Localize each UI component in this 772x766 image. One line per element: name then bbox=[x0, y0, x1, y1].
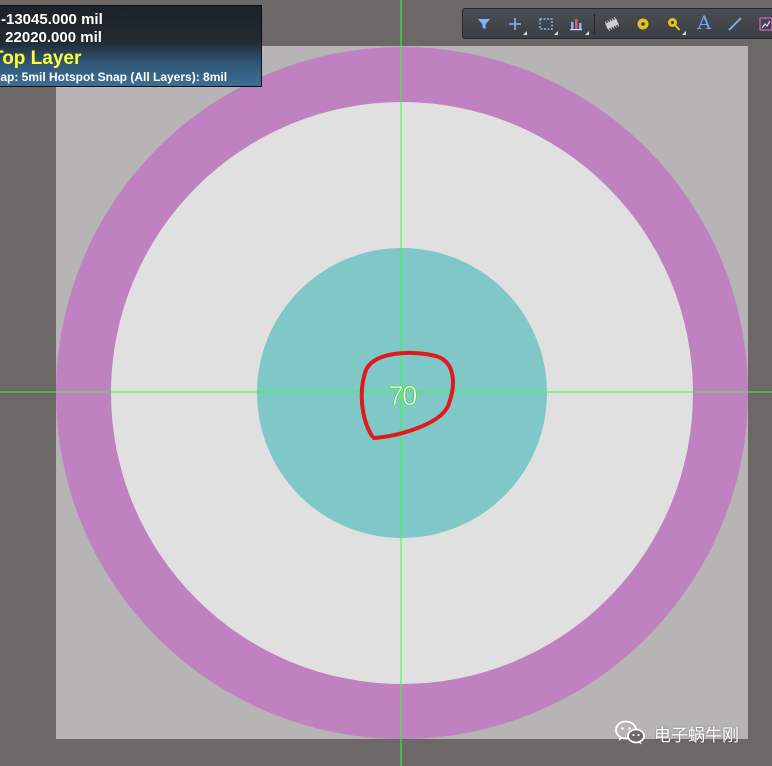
dashed-rectangle-icon bbox=[539, 17, 553, 30]
more-tool[interactable] bbox=[750, 10, 772, 38]
filter-tool[interactable] bbox=[469, 10, 500, 38]
dropdown-corner-icon bbox=[554, 30, 559, 35]
route-tool[interactable] bbox=[500, 10, 531, 38]
component-tool[interactable] bbox=[597, 10, 628, 38]
crosshair-plus-icon bbox=[509, 17, 522, 30]
dropdown-corner-icon bbox=[584, 30, 589, 35]
hud-snap-info: nap: 5mil Hotspot Snap (All Layers): 8mi… bbox=[0, 70, 228, 84]
wechat-icon bbox=[615, 720, 645, 745]
select-tool[interactable] bbox=[530, 10, 561, 38]
pad-icon bbox=[637, 18, 649, 29]
watermark: 电子蜗牛刚 bbox=[614, 718, 739, 748]
chip-icon bbox=[605, 16, 620, 31]
coordinate-hud: :-13045.000 mil : 22020.000 mil Top Laye… bbox=[0, 5, 262, 87]
hud-x-coordinate: :-13045.000 mil bbox=[0, 11, 103, 28]
via-tool[interactable] bbox=[658, 10, 689, 38]
line-tool[interactable] bbox=[720, 10, 751, 38]
active-bar-toolbar: A bbox=[462, 8, 772, 39]
pad-designator: 70 bbox=[388, 380, 418, 412]
text-tool[interactable]: A bbox=[689, 10, 720, 38]
hud-current-layer: Top Layer bbox=[0, 48, 82, 69]
line-icon bbox=[728, 16, 742, 31]
dropdown-corner-icon bbox=[681, 30, 686, 35]
pad-tool[interactable] bbox=[628, 10, 659, 38]
bar-chart-icon bbox=[570, 18, 583, 30]
watermark-text: 电子蜗牛刚 bbox=[654, 725, 739, 746]
via-icon bbox=[667, 17, 680, 31]
graph-icon bbox=[759, 16, 772, 31]
text-icon: A bbox=[697, 12, 712, 34]
align-tool[interactable] bbox=[561, 10, 592, 38]
toolbar-separator bbox=[593, 13, 595, 34]
hud-y-coordinate: : 22020.000 mil bbox=[0, 29, 102, 46]
filter-icon bbox=[478, 18, 491, 29]
dropdown-corner-icon bbox=[523, 30, 528, 35]
